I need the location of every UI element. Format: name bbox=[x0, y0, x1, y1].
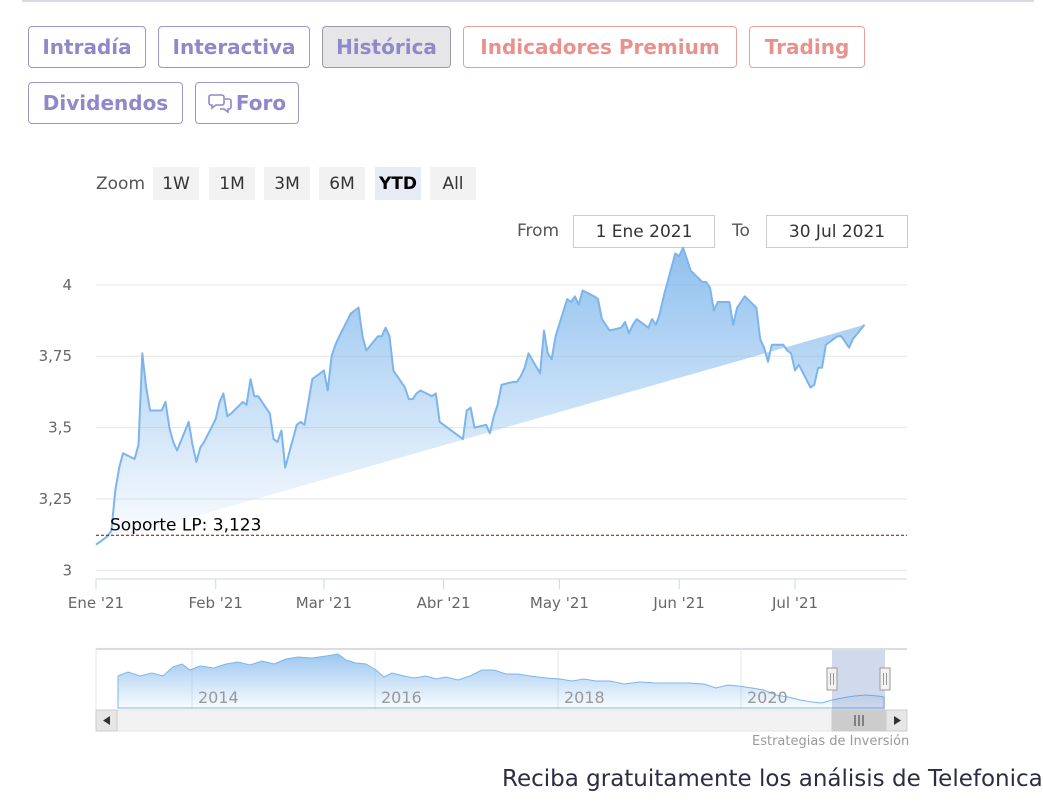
y-tick-label: 3,75 bbox=[39, 347, 72, 365]
series-area bbox=[96, 247, 865, 545]
x-tick-label: Mar '21 bbox=[296, 594, 352, 612]
zoom-button-label: YTD bbox=[378, 173, 418, 194]
zoom-button-label: 6M bbox=[329, 173, 355, 194]
navigator-year-label: 2016 bbox=[381, 688, 422, 707]
scroll-right-arrow-icon bbox=[894, 716, 901, 725]
series-line bbox=[95, 246, 866, 546]
tab-trading[interactable]: Trading bbox=[749, 26, 865, 68]
tab-label: Dividendos bbox=[42, 91, 169, 115]
top-divider bbox=[22, 0, 1034, 2]
zoom-button-1w[interactable]: 1W bbox=[153, 167, 199, 200]
range-to-label: To bbox=[732, 221, 750, 241]
zoom-button-label: 1M bbox=[219, 173, 245, 194]
x-axis-labels: Ene '21 Feb '21 Mar '21 Abr '21 May '21 Jun '… bbox=[68, 594, 818, 612]
navigator: 2014 2016 2018 2020 bbox=[95, 648, 907, 710]
tab-indicadores-premium[interactable]: Indicadores Premium bbox=[463, 26, 737, 68]
navigator-year-label: 2020 bbox=[747, 688, 788, 707]
tab-intradia[interactable]: Intradía bbox=[28, 26, 146, 68]
range-from-input[interactable]: 1 Ene 2021 bbox=[573, 215, 715, 248]
scroll-left-arrow-icon bbox=[103, 716, 110, 725]
navigator-selection bbox=[832, 650, 885, 710]
x-axis bbox=[95, 578, 907, 589]
zoom-button-1m[interactable]: 1M bbox=[209, 167, 255, 200]
tab-label: Histórica bbox=[336, 35, 437, 59]
zoom-button-label: 1W bbox=[162, 173, 190, 194]
tab-dividendos[interactable]: Dividendos bbox=[28, 82, 183, 124]
zoom-button-label: 3M bbox=[274, 173, 300, 194]
y-axis-labels: 3 3,25 3,5 3,75 4 bbox=[39, 276, 72, 580]
y-tick-label: 3,5 bbox=[48, 419, 72, 437]
x-tick-label: Abr '21 bbox=[417, 594, 471, 612]
navigator-year-label: 2018 bbox=[564, 688, 605, 707]
chart-grid bbox=[96, 284, 907, 571]
range-from-label: From bbox=[517, 221, 560, 241]
y-tick-label: 3,25 bbox=[39, 490, 72, 508]
tab-foro[interactable]: Foro bbox=[195, 82, 299, 124]
tab-label: Interactiva bbox=[172, 35, 296, 59]
zoom-label: Zoom bbox=[96, 174, 146, 194]
y-tick-label: 3 bbox=[62, 561, 72, 579]
support-label: Soporte LP: 3,123 bbox=[110, 515, 261, 535]
x-tick-label: Jul '21 bbox=[771, 594, 818, 612]
tab-historica[interactable]: Histórica bbox=[322, 26, 451, 68]
navigator-year-label: 2014 bbox=[198, 688, 239, 707]
tab-label: Indicadores Premium bbox=[480, 35, 720, 59]
tab-label: Trading bbox=[764, 35, 850, 59]
range-to-input[interactable]: 30 Jul 2021 bbox=[766, 215, 908, 248]
zoom-button-6m[interactable]: 6M bbox=[319, 167, 365, 200]
scrollbar-thumb bbox=[831, 709, 887, 732]
zoom-button-ytd[interactable]: YTD bbox=[375, 167, 421, 200]
chart-credits[interactable]: Estrategias de Inversión bbox=[752, 734, 909, 749]
support-layer: Soporte LP: 3,123 bbox=[96, 515, 907, 536]
area-layer bbox=[95, 246, 866, 546]
x-tick-label: Feb '21 bbox=[188, 594, 243, 612]
chat-bubbles-icon bbox=[208, 92, 232, 114]
tab-label: Intradía bbox=[42, 35, 132, 59]
y-tick-label: 4 bbox=[62, 276, 72, 294]
range-from-value: 1 Ene 2021 bbox=[595, 221, 693, 242]
x-tick-label: Jun '21 bbox=[652, 594, 704, 612]
x-tick-label: May '21 bbox=[530, 594, 589, 612]
zoom-button-3m[interactable]: 3M bbox=[264, 167, 310, 200]
tab-label: Foro bbox=[235, 91, 287, 115]
navigator-scrollbar bbox=[95, 709, 908, 732]
zoom-button-label: All bbox=[442, 173, 464, 194]
range-to-value: 30 Jul 2021 bbox=[788, 221, 886, 242]
zoom-button-all[interactable]: All bbox=[430, 167, 476, 200]
x-tick-label: Ene '21 bbox=[68, 594, 124, 612]
navigator-handle-left bbox=[826, 667, 838, 691]
navigator-series bbox=[117, 653, 885, 709]
navigator-handle-right bbox=[879, 667, 891, 691]
cta-text: Reciba gratuitamente los análisis de Tel… bbox=[502, 766, 1043, 792]
tab-interactiva[interactable]: Interactiva bbox=[158, 26, 310, 68]
